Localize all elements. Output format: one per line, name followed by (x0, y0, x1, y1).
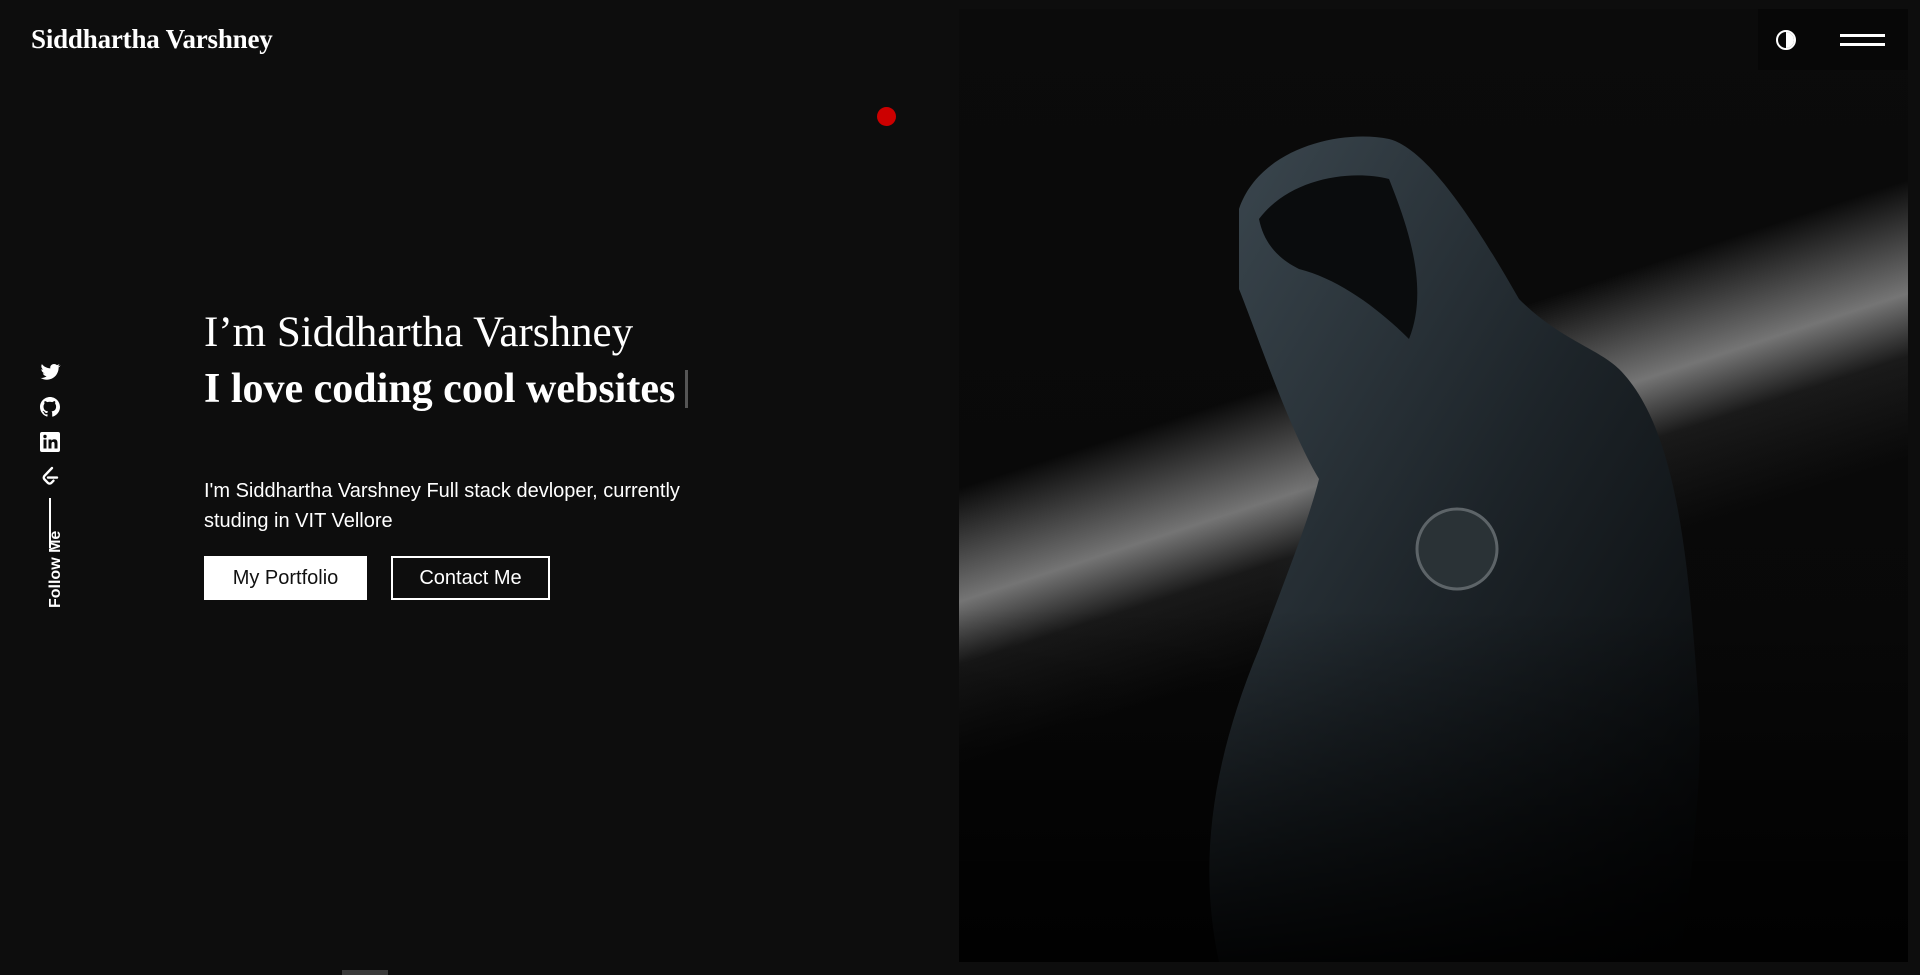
page: Siddhartha Varshney Follow Me I’m Siddha… (0, 0, 1920, 975)
cursor-dot (877, 107, 896, 126)
twitter-icon[interactable] (38, 360, 62, 384)
follow-me-label: Follow Me (47, 530, 64, 608)
intro-description: I'm Siddhartha Varshney Full stack devlo… (204, 480, 680, 532)
hooded-figure-illustration (959, 136, 1908, 962)
social-links (38, 360, 62, 548)
my-portfolio-button[interactable]: My Portfolio (204, 556, 367, 600)
intro-name-heading: I’m Siddhartha Varshney (204, 309, 634, 356)
github-icon[interactable] (38, 395, 62, 419)
leetcode-icon[interactable] (38, 465, 62, 489)
typing-cursor (685, 370, 689, 408)
intro-tagline-heading: I love coding cool websites (204, 365, 689, 413)
contact-me-button[interactable]: Contact Me (391, 556, 550, 600)
horizontal-scrollbar-thumb[interactable] (342, 970, 388, 975)
site-brand-logo[interactable]: Siddhartha Varshney (31, 24, 273, 55)
linkedin-icon[interactable] (38, 430, 62, 454)
hero-portrait-image (959, 9, 1908, 962)
hamburger-menu-icon[interactable] (1840, 31, 1885, 49)
theme-toggle-icon[interactable] (1776, 30, 1796, 50)
typewriter-text: I love coding cool websites (204, 366, 676, 412)
